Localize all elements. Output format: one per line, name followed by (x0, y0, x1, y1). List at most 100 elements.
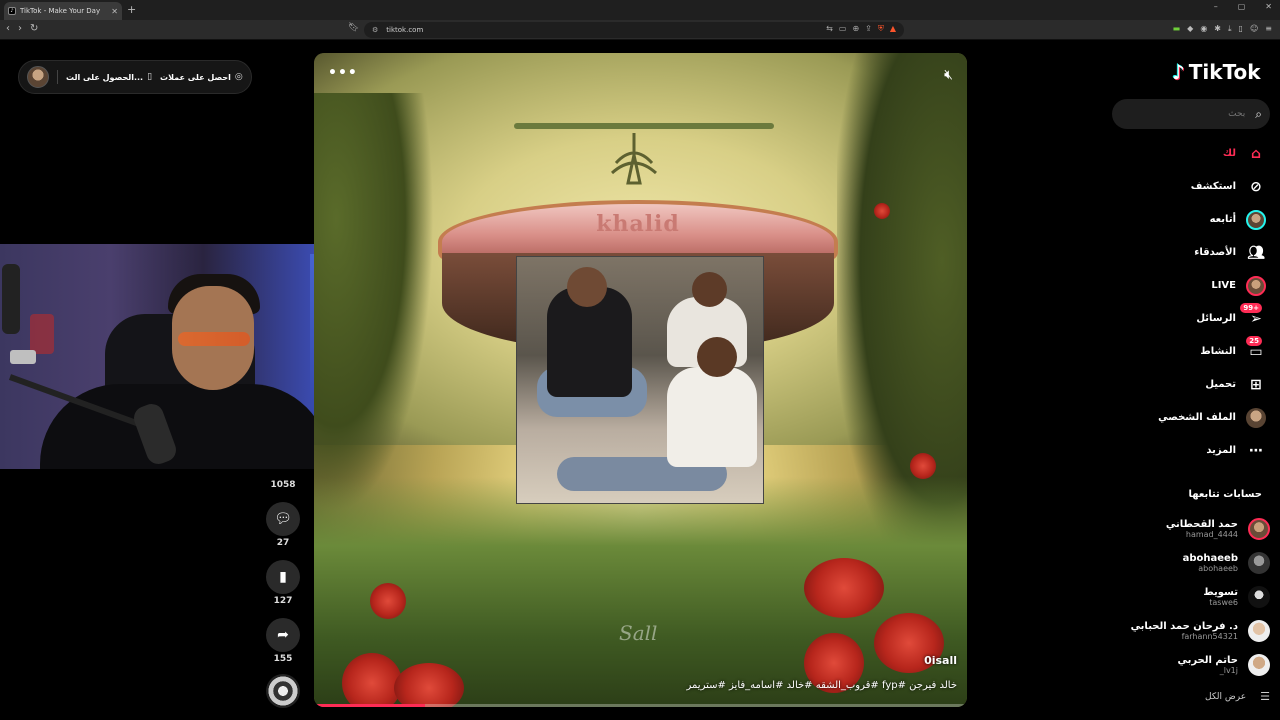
video-progress-bar[interactable] (314, 704, 967, 707)
more-options-icon[interactable]: ••• (328, 65, 358, 81)
following-account[interactable]: حمد القحطاني hamad_4444 (1110, 512, 1270, 546)
account-handle: farhann54321 (1181, 632, 1238, 641)
person-left-head (567, 267, 607, 307)
activity-badge: 25 (1246, 335, 1262, 346)
sidebar-item-profile[interactable]: الملف الشخصي (1106, 401, 1266, 434)
sidebar-item-messages[interactable]: الرسائل ➢ 99+ (1106, 302, 1266, 335)
comment-button[interactable]: 💬︎ (266, 502, 300, 536)
share-icon[interactable]: ⇪ (865, 24, 872, 34)
tiktok-wordmark: TikTok (1188, 60, 1261, 84)
site-info-icon[interactable]: ⚙︎ (372, 26, 378, 34)
extension-icons: ▬ ◆ ◉ ✱ ⤓ ▯ ☺ ≡ (1173, 24, 1272, 34)
sidebar-item-label: الأصدقاء (1194, 247, 1236, 258)
tiktok-logo[interactable]: ♪ TikTok (1172, 60, 1261, 84)
close-window-button[interactable]: ✕ (1265, 2, 1272, 11)
rose (370, 583, 406, 619)
forward-icon[interactable]: › (18, 23, 22, 34)
account-handle: _lv1j (1219, 666, 1238, 675)
search-icon[interactable]: ⌕ (1255, 107, 1262, 122)
sidebar-item-label: المزيد (1206, 445, 1236, 456)
avatar (1248, 620, 1270, 642)
sidebar-toggle-icon[interactable]: ▯ (1239, 24, 1243, 34)
sidebar-item-label: أتابعه (1209, 214, 1236, 225)
zoom-icon[interactable]: ⊕ (852, 24, 859, 34)
reload-icon[interactable]: ↻ (30, 23, 38, 34)
camera-prop (10, 350, 36, 364)
sidebar-item-more[interactable]: المزيد ⋯ (1106, 434, 1266, 467)
profile-icon[interactable]: ☺ (1250, 24, 1258, 34)
sidebar-item-upload[interactable]: تحميل ⊞ (1106, 368, 1266, 401)
bookmark-icon[interactable]: 🔖︎ (348, 23, 359, 33)
following-accounts-title: حسابات تتابعها (1188, 489, 1262, 500)
tiktok-favicon-icon: ♪ (8, 7, 16, 15)
share-arrow-icon: ➦ (277, 627, 289, 643)
sidebar-item-friends[interactable]: الأصدقاء 👥︎ (1106, 236, 1266, 269)
sidebar-item-label: استكشف (1190, 181, 1236, 192)
see-all-button[interactable]: عرض الكل ☰ (1205, 690, 1270, 703)
sidebar-item-explore[interactable]: استكشف ⊘ (1106, 170, 1266, 203)
brave-shields-icon[interactable]: ⛨ (878, 24, 884, 34)
following-account[interactable]: حاتم الحربي _lv1j (1110, 648, 1270, 682)
following-account[interactable]: د. فرحان حمد الحبابي farhann54321 (1110, 614, 1270, 648)
streamer-body (40, 384, 330, 469)
coin-icon: ◎ (234, 72, 243, 82)
url-text: tiktok.com (386, 26, 424, 34)
share-button[interactable]: ➦ (266, 618, 300, 652)
account-name: abohaeeb (1182, 553, 1238, 564)
download-icon[interactable]: ⤓ (1228, 24, 1232, 34)
maximize-button[interactable]: ▢ (1238, 2, 1246, 11)
brave-rewards-icon[interactable]: ▲ (890, 24, 896, 34)
following-account[interactable]: abohaeeb abohaeeb (1110, 546, 1270, 580)
profile-avatar-icon (1246, 407, 1266, 428)
vpn-icon[interactable]: ◆ (1187, 24, 1193, 34)
likes-count: 1058 (270, 480, 296, 490)
extension-icon[interactable]: ▬ (1173, 24, 1181, 34)
cast-icon[interactable]: ▭ (839, 24, 847, 34)
get-coins-button[interactable]: احصل على عملات ◎ (160, 72, 243, 82)
following-account-text: تسويط taswe6 (1203, 587, 1238, 607)
user-avatar[interactable] (27, 66, 49, 88)
video-author[interactable]: 0isall (924, 654, 957, 667)
sidebar-item-label: الملف الشخصي (1158, 412, 1236, 423)
browser-tab[interactable]: ♪ TikTok - Make Your Day ✕ (4, 2, 122, 20)
avatar (1248, 654, 1270, 676)
video-caption[interactable]: خالد فيرجن #fyp #قروب_الشقه #خالد #اسامه… (686, 680, 957, 691)
back-icon[interactable]: ‹ (6, 23, 10, 34)
sidebar-item-for-you[interactable]: لك ⌂ (1106, 137, 1266, 170)
close-tab-icon[interactable]: ✕ (111, 7, 118, 16)
sidebar-item-label: LIVE (1211, 280, 1236, 291)
account-name: تسويط (1203, 587, 1238, 598)
menu-icon[interactable]: ≡ (1265, 24, 1272, 34)
reader-icon[interactable]: ⇆ (826, 24, 833, 34)
sidebar-item-activity[interactable]: النشاط ▭ 25 (1106, 335, 1266, 368)
shares-count: 155 (273, 654, 293, 664)
get-app-label: الحصول على الت... (66, 72, 144, 82)
extensions-icon[interactable]: ✱ (1214, 24, 1221, 34)
search-box[interactable]: ⌕ (1112, 99, 1270, 129)
following-avatar-icon (1246, 209, 1266, 230)
following-account-text: حمد القحطاني hamad_4444 (1166, 519, 1238, 539)
get-app-button[interactable]: الحصول على الت... ▯ (66, 72, 152, 82)
sidebar-item-following[interactable]: أتابعه (1106, 203, 1266, 236)
person-back-head (692, 272, 727, 307)
account-handle: hamad_4444 (1185, 530, 1238, 539)
person-front-head (697, 337, 737, 377)
following-account[interactable]: تسويط taswe6 (1110, 580, 1270, 614)
minimize-button[interactable]: – (1214, 2, 1218, 11)
address-bar[interactable]: ⚙︎ tiktok.com ⇆ ▭ ⊕ ⇪ ⛨ ▲ (364, 22, 904, 38)
comment-icon: 💬︎ (274, 511, 292, 527)
sidebar-item-live[interactable]: LIVE (1106, 269, 1266, 302)
tiktok-note-icon: ♪ (1172, 60, 1185, 84)
save-button[interactable]: ▮ (266, 560, 300, 594)
sign-ornament (610, 133, 658, 185)
wallet-icon[interactable]: ◉ (1200, 24, 1207, 34)
sidebar-item-label: الرسائل (1196, 313, 1236, 324)
music-disc[interactable] (266, 674, 300, 708)
browser-toolbar: ‹ › ↻ 🔖︎ ⚙︎ tiktok.com ⇆ ▭ ⊕ ⇪ ⛨ ▲ ▬ ◆ ◉… (0, 20, 1280, 40)
account-name: د. فرحان حمد الحبابي (1130, 621, 1238, 632)
search-input[interactable] (1135, 109, 1246, 119)
sign-text: khalid (596, 211, 680, 237)
new-tab-button[interactable]: + (127, 3, 136, 16)
volume-icon[interactable]: 🔇︎ (944, 67, 953, 83)
video-player[interactable]: khalid Sall ••• 🔇︎ 0isall خالد فيرجن #fy… (314, 53, 967, 707)
